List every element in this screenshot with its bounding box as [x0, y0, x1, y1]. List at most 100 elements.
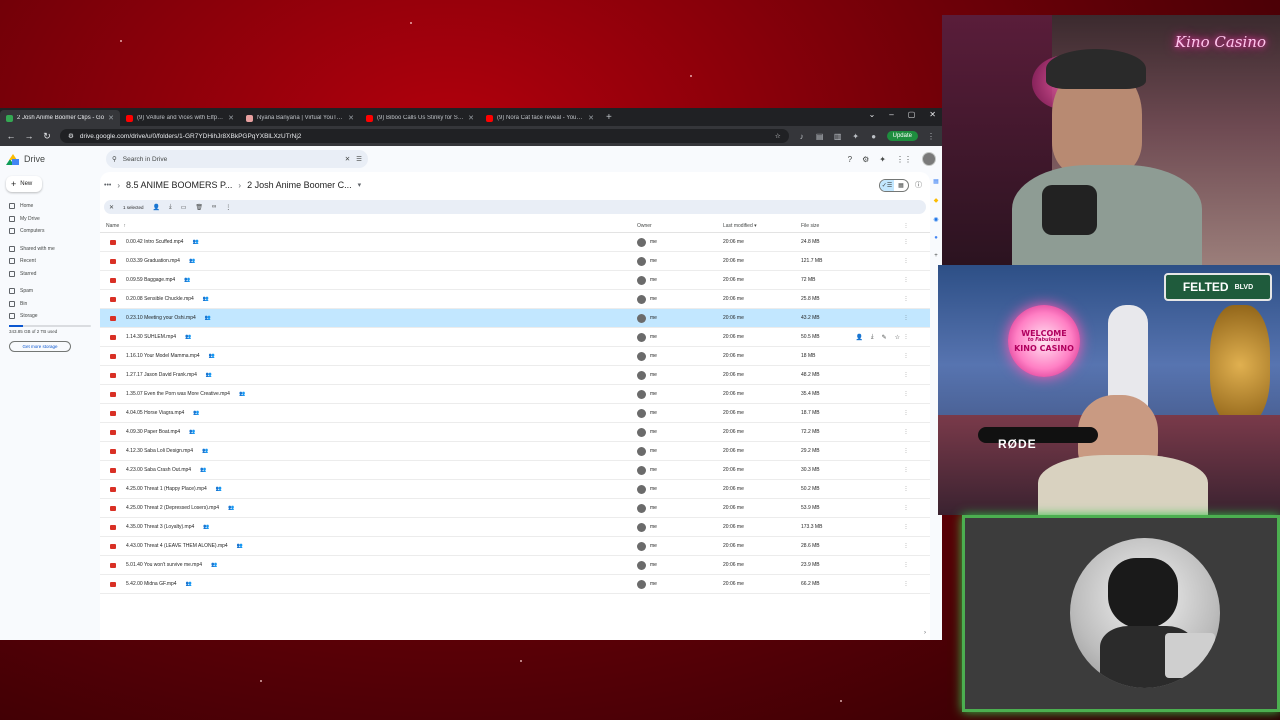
- sort-arrow-up-icon[interactable]: ↑: [123, 223, 126, 229]
- row-more-icon[interactable]: ⋮: [899, 467, 913, 473]
- update-button[interactable]: Update: [886, 131, 918, 141]
- table-row[interactable]: 1.35.07 Even the Porn was More Creative.…: [100, 385, 930, 404]
- extension-icon[interactable]: ▤: [815, 132, 825, 141]
- chevron-down-icon[interactable]: ⌄: [869, 110, 876, 119]
- table-row[interactable]: 4.43.00 Threat 4 (LEAVE THEM ALONE).mp4 …: [100, 537, 930, 556]
- close-window-button[interactable]: ✕: [929, 110, 936, 119]
- profile-icon[interactable]: ●: [869, 132, 879, 141]
- forward-arrow-icon[interactable]: →: [24, 131, 34, 141]
- tab-close-icon[interactable]: ✕: [348, 114, 354, 122]
- table-row[interactable]: 4.09.30 Paper Boat.mp4 👥 me 20:06 me 72.…: [100, 423, 930, 442]
- table-row[interactable]: 0.00.42 Intro Scuffed.mp4 👥 me 20:06 me …: [100, 233, 930, 252]
- browser-tab[interactable]: (9) Nora Cat face reveal - YouTube ✕: [480, 110, 600, 126]
- more-actions-icon[interactable]: ⋮: [225, 204, 231, 211]
- column-name[interactable]: Name ↑: [106, 223, 637, 229]
- breadcrumb-parent[interactable]: 8.5 ANIME BOOMERS P...: [126, 180, 232, 190]
- trash-icon[interactable]: 🗑: [195, 204, 203, 211]
- sidebar-item-computers[interactable]: Computers: [6, 225, 94, 238]
- sidebar-item-starred[interactable]: Starred: [6, 268, 94, 281]
- link-icon[interactable]: ∞: [212, 204, 216, 210]
- filter-icon[interactable]: ☰: [356, 155, 362, 163]
- list-view-icon[interactable]: ✓☰: [880, 179, 894, 191]
- table-row[interactable]: 0.23.10 Meeting your Oshi.mp4 👥 me 20:06…: [100, 309, 930, 328]
- row-more-icon[interactable]: ⋮: [899, 524, 913, 530]
- row-more-icon[interactable]: ⋮: [899, 315, 913, 321]
- clear-icon[interactable]: ✕: [345, 155, 350, 163]
- contacts-icon[interactable]: ●: [934, 235, 938, 241]
- row-more-icon[interactable]: ⋮: [899, 581, 913, 587]
- minimize-button[interactable]: –: [889, 110, 893, 119]
- row-more-icon[interactable]: ⋮: [899, 258, 913, 264]
- info-icon[interactable]: ⓘ: [915, 180, 922, 190]
- tab-close-icon[interactable]: ✕: [228, 114, 234, 122]
- breadcrumb-overflow-icon[interactable]: •••: [104, 182, 111, 189]
- extension-icon[interactable]: ♪: [797, 132, 807, 141]
- table-row[interactable]: 0.20.08 Sensible Chuckle.mp4 👥 me 20:06 …: [100, 290, 930, 309]
- table-row[interactable]: 0.09.59 Baggage.mp4 👥 me 20:06 me 72 MB …: [100, 271, 930, 290]
- maximize-button[interactable]: ▢: [908, 110, 916, 119]
- bookmark-star-icon[interactable]: ☆: [775, 132, 781, 140]
- tab-close-icon[interactable]: ✕: [588, 114, 594, 122]
- table-row[interactable]: 4.23.00 Saba Crash Out.mp4 👥 me 20:06 me…: [100, 461, 930, 480]
- browser-tab[interactable]: (9) VAllure and Vices with Elfpire Ext ✕: [120, 110, 240, 126]
- row-more-icon[interactable]: ⋮: [899, 277, 913, 283]
- row-more-icon[interactable]: ⋮: [899, 429, 913, 435]
- search-icon[interactable]: ⚲: [112, 155, 117, 163]
- browser-tab[interactable]: 2 Josh Anime Boomer Clips - Go ✕: [0, 110, 120, 126]
- keep-icon[interactable]: ◆: [934, 197, 939, 204]
- row-more-icon[interactable]: ⋮: [899, 410, 913, 416]
- share-icon[interactable]: 👤: [855, 334, 862, 341]
- row-more-icon[interactable]: ⋮: [899, 505, 913, 511]
- sidebar-item-my-drive[interactable]: My Drive: [6, 213, 94, 226]
- table-row[interactable]: 4.35.00 Threat 3 (Loyalty).mp4 👥 me 20:0…: [100, 518, 930, 537]
- row-more-icon[interactable]: ⋮: [899, 334, 913, 340]
- browser-tab[interactable]: Nyana Banyana | Virtual YouTuber W ✕: [240, 110, 360, 126]
- browser-tab[interactable]: (9) Biboo Calls Us Stinky for Some St ✕: [360, 110, 480, 126]
- omnibox[interactable]: ⚙ drive.google.com/drive/u/0/folders/1-G…: [60, 129, 789, 143]
- row-more-icon[interactable]: ⋮: [899, 486, 913, 492]
- sidebar-item-spam[interactable]: Spam: [6, 285, 94, 298]
- row-more-icon[interactable]: ⋮: [899, 448, 913, 454]
- add-addon-icon[interactable]: +: [934, 253, 938, 259]
- breadcrumb-current[interactable]: 2 Josh Anime Boomer C...: [247, 180, 352, 190]
- row-more-icon[interactable]: ⋮: [899, 239, 913, 245]
- drive-logo[interactable]: Drive: [6, 153, 106, 165]
- row-more-icon[interactable]: ⋮: [899, 391, 913, 397]
- menu-icon[interactable]: ⋮: [926, 132, 936, 141]
- download-icon[interactable]: ⤓: [169, 204, 172, 211]
- table-row[interactable]: 0.03.39 Graduation.mp4 👥 me 20:06 me 121…: [100, 252, 930, 271]
- star-icon[interactable]: ☆: [895, 334, 900, 341]
- download-icon[interactable]: ⤓: [871, 334, 874, 341]
- new-button[interactable]: + New: [6, 176, 42, 192]
- row-more-icon[interactable]: ⋮: [899, 543, 913, 549]
- table-row[interactable]: 4.04.05 Horse Viagra.mp4 👥 me 20:06 me 1…: [100, 404, 930, 423]
- tab-close-icon[interactable]: ✕: [468, 114, 474, 122]
- help-icon[interactable]: ?: [848, 155, 852, 164]
- tasks-icon[interactable]: ◉: [933, 216, 938, 223]
- row-more-icon[interactable]: ⋮: [899, 353, 913, 359]
- apps-grid-icon[interactable]: ⋮⋮: [896, 155, 912, 164]
- table-row[interactable]: 4.25.00 Threat 1 (Happy Place).mp4 👥 me …: [100, 480, 930, 499]
- row-more-icon[interactable]: ⋮: [899, 372, 913, 378]
- column-options-icon[interactable]: ⋮: [899, 223, 913, 229]
- settings-gear-icon[interactable]: ⚙: [862, 155, 869, 164]
- extension-icon[interactable]: ▥: [833, 132, 843, 141]
- table-row[interactable]: 1.16.10 Your Model Mamma.mp4 👥 me 20:06 …: [100, 347, 930, 366]
- gemini-sparkle-icon[interactable]: ✦: [879, 155, 886, 164]
- caret-down-icon[interactable]: ▾: [358, 181, 362, 189]
- tab-close-icon[interactable]: ✕: [108, 114, 114, 122]
- get-more-storage-button[interactable]: Get more storage: [9, 340, 71, 352]
- account-avatar[interactable]: [922, 152, 936, 166]
- sidebar-item-shared-with-me[interactable]: Shared with me: [6, 243, 94, 256]
- rename-icon[interactable]: ✎: [882, 334, 887, 341]
- calendar-icon[interactable]: ▦: [933, 178, 939, 185]
- new-tab-button[interactable]: +: [600, 110, 618, 126]
- sidebar-item-home[interactable]: Home: [6, 200, 94, 213]
- row-more-icon[interactable]: ⋮: [899, 296, 913, 302]
- share-icon[interactable]: 👤: [153, 204, 160, 211]
- column-owner[interactable]: Owner: [637, 223, 723, 229]
- sidebar-item-recent[interactable]: Recent: [6, 255, 94, 268]
- site-info-icon[interactable]: ⚙: [68, 132, 74, 140]
- back-arrow-icon[interactable]: ←: [6, 131, 16, 141]
- table-row[interactable]: 4.12.30 Saba Loli Design.mp4 👥 me 20:06 …: [100, 442, 930, 461]
